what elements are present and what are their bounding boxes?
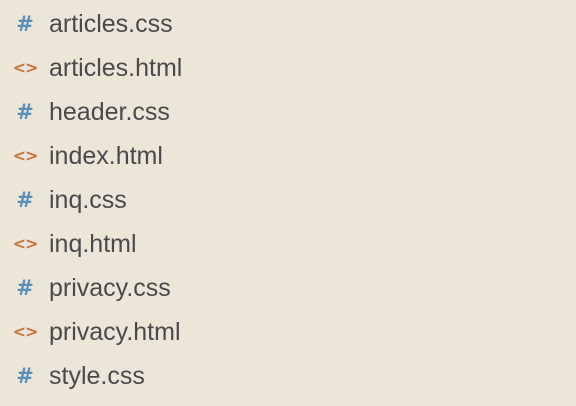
code-brackets-icon: <> [12, 146, 39, 165]
hash-icon: # [16, 11, 34, 36]
file-name: articles.html [49, 53, 183, 82]
code-brackets-icon: <> [12, 322, 39, 341]
hash-icon: # [16, 99, 34, 124]
file-name: inq.css [49, 185, 127, 214]
file-item[interactable]: # style.css [0, 354, 576, 398]
hash-icon: # [16, 187, 34, 212]
file-name: inq.html [49, 229, 137, 258]
code-brackets-icon: <> [12, 234, 39, 253]
file-item[interactable]: <> articles.html [0, 46, 576, 90]
file-name: privacy.html [49, 317, 181, 346]
file-item[interactable]: <> privacy.html [0, 310, 576, 354]
file-name: index.html [49, 141, 163, 170]
file-item[interactable]: # articles.css [0, 2, 576, 46]
file-name: articles.css [49, 9, 173, 38]
file-list: # articles.css <> articles.html # header… [0, 2, 576, 398]
hash-icon: # [16, 363, 34, 388]
file-name: privacy.css [49, 273, 171, 302]
file-item[interactable]: # inq.css [0, 178, 576, 222]
file-name: header.css [49, 97, 170, 126]
code-brackets-icon: <> [12, 58, 39, 77]
file-item[interactable]: <> inq.html [0, 222, 576, 266]
file-item[interactable]: <> index.html [0, 134, 576, 178]
file-item[interactable]: # privacy.css [0, 266, 576, 310]
file-item[interactable]: # header.css [0, 90, 576, 134]
hash-icon: # [16, 275, 34, 300]
file-name: style.css [49, 361, 145, 390]
